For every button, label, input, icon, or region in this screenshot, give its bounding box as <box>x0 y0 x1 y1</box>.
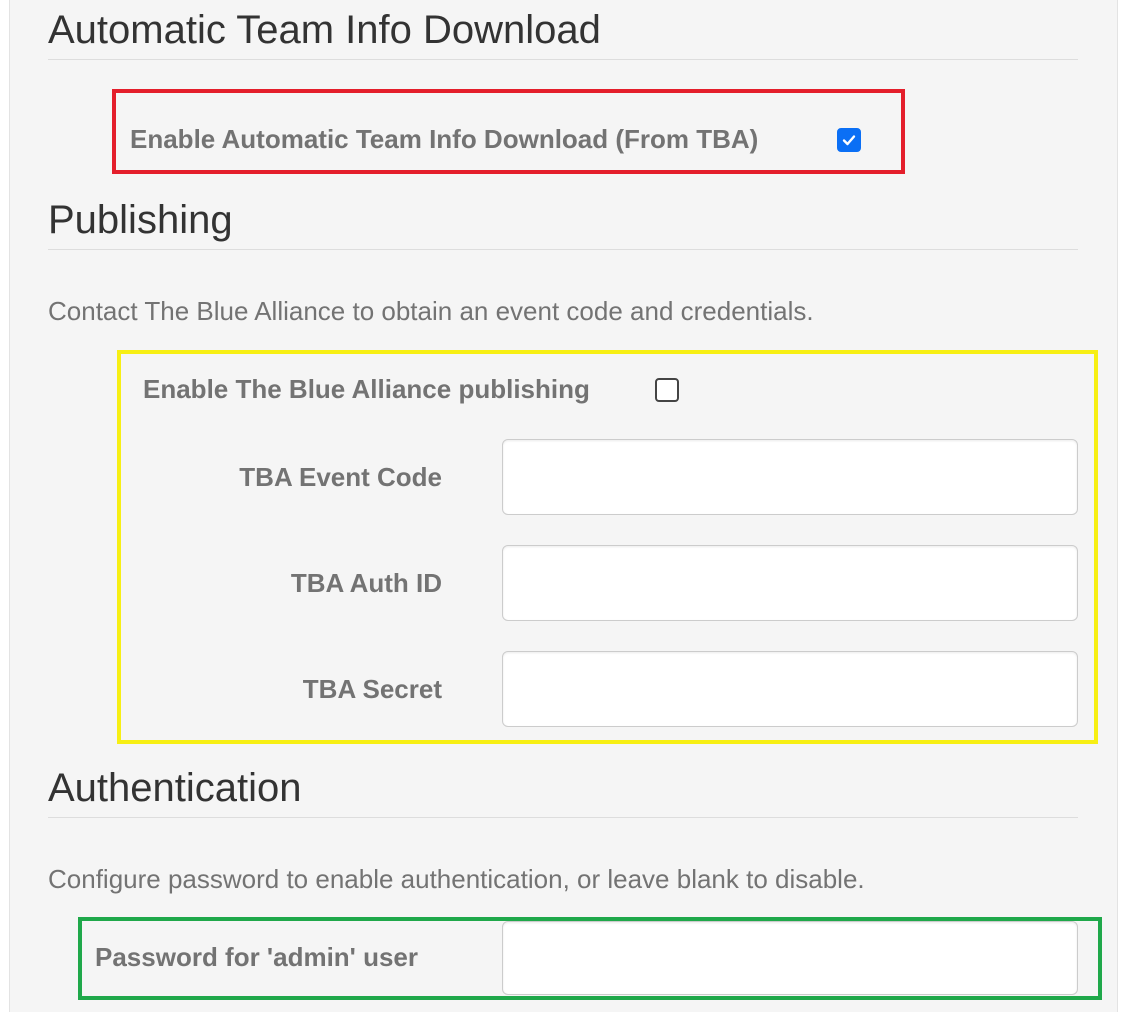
publishing-divider <box>48 249 1078 250</box>
tba-publishing-enable-checkbox[interactable] <box>655 378 679 402</box>
auto-download-enable-label: Enable Automatic Team Info Download (Fro… <box>130 124 759 154</box>
auto-download-enable-checkbox[interactable] <box>837 128 861 152</box>
publishing-help-text: Contact The Blue Alliance to obtain an e… <box>48 296 814 326</box>
admin-password-label: Password for 'admin' user <box>95 942 419 972</box>
checkmark-icon <box>842 135 856 146</box>
tba-secret-input[interactable] <box>502 651 1078 727</box>
authentication-divider <box>48 817 1078 818</box>
auto-download-divider <box>48 59 1078 60</box>
tba-publishing-enable-label: Enable The Blue Alliance publishing <box>143 374 590 404</box>
tba-auth-id-label: TBA Auth ID <box>290 568 442 598</box>
auto-download-heading: Automatic Team Info Download <box>48 8 601 52</box>
tba-event-code-label: TBA Event Code <box>239 462 442 492</box>
authentication-heading: Authentication <box>48 766 302 810</box>
authentication-help-text: Configure password to enable authenticat… <box>48 864 865 894</box>
publishing-heading: Publishing <box>48 198 233 242</box>
admin-password-input[interactable] <box>502 921 1078 995</box>
tba-event-code-input[interactable] <box>502 439 1078 515</box>
tba-secret-label: TBA Secret <box>302 674 442 704</box>
tba-auth-id-input[interactable] <box>502 545 1078 621</box>
